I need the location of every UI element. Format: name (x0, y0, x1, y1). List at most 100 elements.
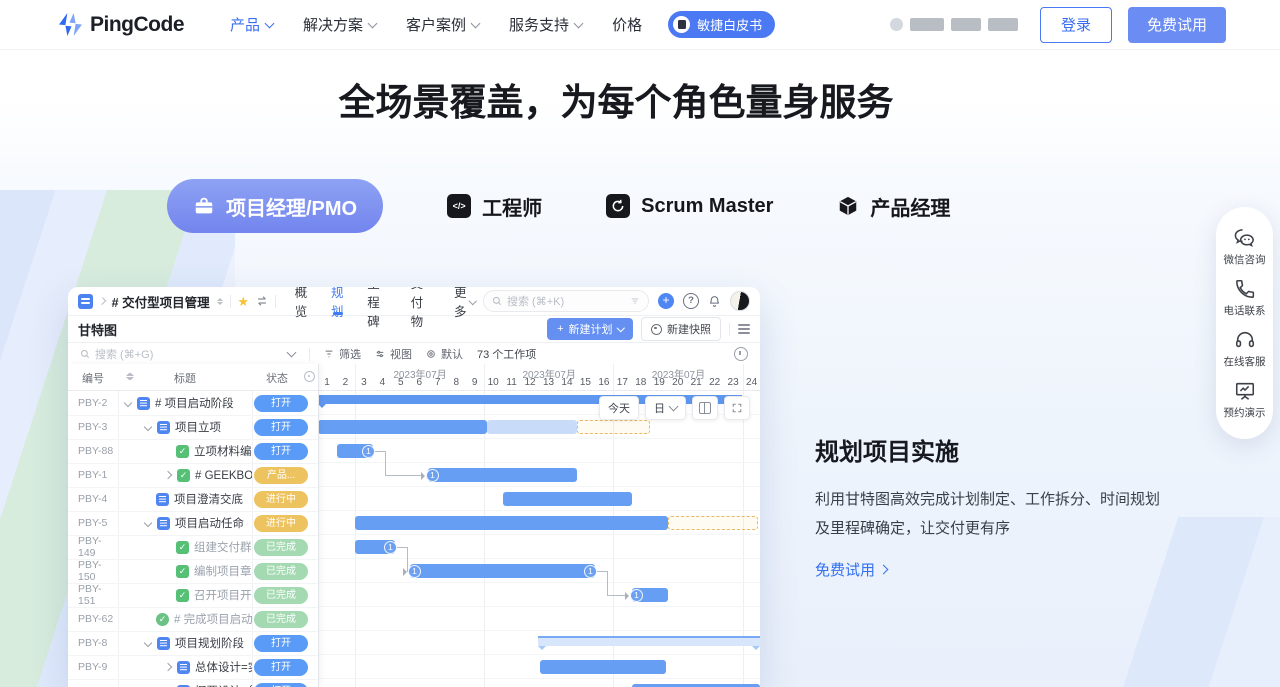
table-row[interactable]: PBY-8项目规划阶段打开 (68, 631, 318, 656)
contact-item[interactable]: 电话联系 (1224, 278, 1266, 318)
gantt-bar[interactable] (318, 420, 487, 434)
nav-item[interactable]: 产品 (230, 14, 273, 35)
row-title: 项目澄清交底 (174, 491, 243, 507)
favorite-star-icon[interactable]: ★ (237, 295, 249, 308)
feature-description: 利用甘特图高效完成计划制定、工作拆分、时间规划及里程碑确定，让交付更有序 (815, 485, 1167, 543)
role-tab[interactable]: 产品经理 (837, 192, 950, 221)
row-id: PBY-8 (68, 637, 118, 649)
table-row[interactable]: PBY-88✓立项材料编辑打开 (68, 439, 318, 464)
chevron-down-icon (669, 402, 679, 412)
app-tab[interactable]: 里程碑 (367, 287, 388, 315)
contact-item-label: 预约演示 (1224, 405, 1266, 420)
contact-item[interactable]: 预约演示 (1224, 380, 1266, 420)
row-gridline (318, 630, 760, 631)
feature-trial-link[interactable]: 免费试用 (815, 559, 1185, 580)
gantt-search-input[interactable]: 搜索 (⌘+G) (80, 346, 295, 362)
role-tabs: 项目经理/PMO </>工程师 Scrum Master 产品经理 (167, 179, 950, 233)
nav-item[interactable]: 服务支持 (509, 14, 582, 35)
compare-icon[interactable] (256, 295, 268, 307)
create-button[interactable]: + (658, 293, 674, 309)
view-settings-button[interactable]: 视图 (375, 346, 412, 362)
app-tab[interactable]: 规划 (331, 287, 345, 315)
caret-right-icon[interactable] (164, 663, 172, 671)
gantt-bar[interactable] (428, 468, 577, 482)
nav-item[interactable]: 客户案例 (406, 14, 479, 35)
caret-right-icon[interactable] (164, 471, 172, 479)
table-row[interactable]: PBY-151✓召开项目开工会已完成 (68, 583, 318, 608)
caret-down-icon[interactable] (144, 519, 152, 527)
nav-item[interactable]: 价格 (612, 14, 642, 35)
table-row[interactable]: PBY-2# 项目启动阶段打开 (68, 391, 318, 416)
pingcode-logo[interactable]: PingCode (58, 12, 184, 37)
row-id: PBY-151 (68, 583, 118, 607)
column-status[interactable]: 状态 (252, 370, 302, 386)
gantt-bar[interactable] (540, 660, 666, 674)
row-title-cell: 项目规划阶段 (118, 635, 252, 651)
split-view-button[interactable] (692, 396, 718, 420)
help-icon[interactable]: ? (683, 293, 699, 309)
app-tab[interactable]: 交付物 (411, 287, 432, 315)
new-plan-button[interactable]: + 新建计划 (547, 318, 633, 340)
filter-lines-icon (630, 296, 640, 306)
new-snapshot-button[interactable]: 新建快照 (641, 317, 721, 341)
global-search-input[interactable]: 搜索 (⌘+K) (483, 290, 649, 312)
column-title[interactable]: 标题 (118, 370, 252, 386)
free-trial-button[interactable]: 免费试用 (1128, 7, 1226, 43)
caret-down-icon[interactable] (124, 399, 132, 407)
contact-item[interactable]: 微信咨询 (1224, 226, 1266, 267)
avatar[interactable] (730, 291, 750, 311)
login-button[interactable]: 登录 (1040, 7, 1112, 43)
app-tab[interactable]: 更多 (454, 287, 476, 315)
column-settings-icon[interactable] (304, 371, 315, 382)
table-row[interactable]: PBY-4项目澄清交底进行中 (68, 487, 318, 512)
list-view-icon[interactable] (738, 324, 750, 334)
caret-down-icon[interactable] (144, 423, 152, 431)
app-tab-label: 更多 (454, 287, 467, 320)
bell-icon[interactable] (708, 295, 721, 308)
scale-select[interactable]: 日 (645, 396, 686, 420)
switch-project-icon[interactable] (217, 295, 223, 308)
role-tab[interactable]: Scrum Master (606, 194, 773, 218)
table-row[interactable]: PBY-9总体设计=实施方案（...打开 (68, 655, 318, 680)
filter-button[interactable]: 筛选 (324, 346, 361, 362)
dependency-badge: 1 (384, 541, 397, 554)
tips-icon[interactable] (734, 347, 748, 361)
pingcode-logo-icon (58, 12, 83, 37)
role-tab[interactable]: 项目经理/PMO (167, 179, 383, 233)
table-row[interactable]: PBY-149✓组建交付群和工作台已完成 (68, 535, 318, 560)
gantt-bar[interactable] (355, 516, 668, 530)
whitepaper-button[interactable]: 敏捷白皮书 (668, 11, 775, 38)
timeline-day: 12 (521, 377, 539, 388)
task-blue (137, 397, 150, 410)
sort-icon[interactable] (126, 370, 134, 383)
nav-item[interactable]: 解决方案 (303, 14, 376, 35)
gantt-summary-bar-light[interactable] (538, 636, 760, 646)
code-icon: </> (447, 194, 471, 218)
row-title-cell: 概要设计（分） (118, 683, 252, 687)
table-row[interactable]: PBY-10概要设计（分）打开 (68, 679, 318, 687)
table-row[interactable]: PBY-5项目启动任命进行中 (68, 511, 318, 536)
status-badge: 打开 (254, 395, 308, 412)
app-tab[interactable]: 概览 (295, 287, 309, 315)
sliders-icon (375, 349, 385, 359)
role-tab[interactable]: </>工程师 (447, 192, 542, 221)
book-icon (673, 16, 690, 33)
breadcrumb[interactable]: # 交付型项目管理 (112, 292, 210, 311)
whitepaper-label: 敏捷白皮书 (697, 15, 762, 34)
preset-button[interactable]: 默认 (426, 346, 463, 362)
contact-item[interactable]: 在线客服 (1224, 329, 1266, 369)
gantt-bar[interactable] (410, 564, 595, 578)
today-button[interactable]: 今天 (599, 396, 639, 420)
caret-down-icon[interactable] (144, 639, 152, 647)
check-green: ✓ (176, 541, 189, 554)
column-id[interactable]: 编号 (68, 370, 118, 386)
status-badge: 打开 (254, 659, 308, 676)
table-row[interactable]: PBY-1✓# GEEKBOOKS 极...产品... (68, 463, 318, 488)
table-row[interactable]: PBY-3项目立项打开 (68, 415, 318, 440)
table-row[interactable]: PBY-62✓# 完成项目启动阶段...已完成 (68, 607, 318, 632)
fullscreen-button[interactable] (724, 396, 750, 420)
gantt-bar[interactable] (503, 492, 632, 506)
gantt-planned-range (668, 516, 758, 530)
table-row[interactable]: PBY-150✓编制项目章程已完成 (68, 559, 318, 584)
week-gridline (613, 364, 614, 390)
